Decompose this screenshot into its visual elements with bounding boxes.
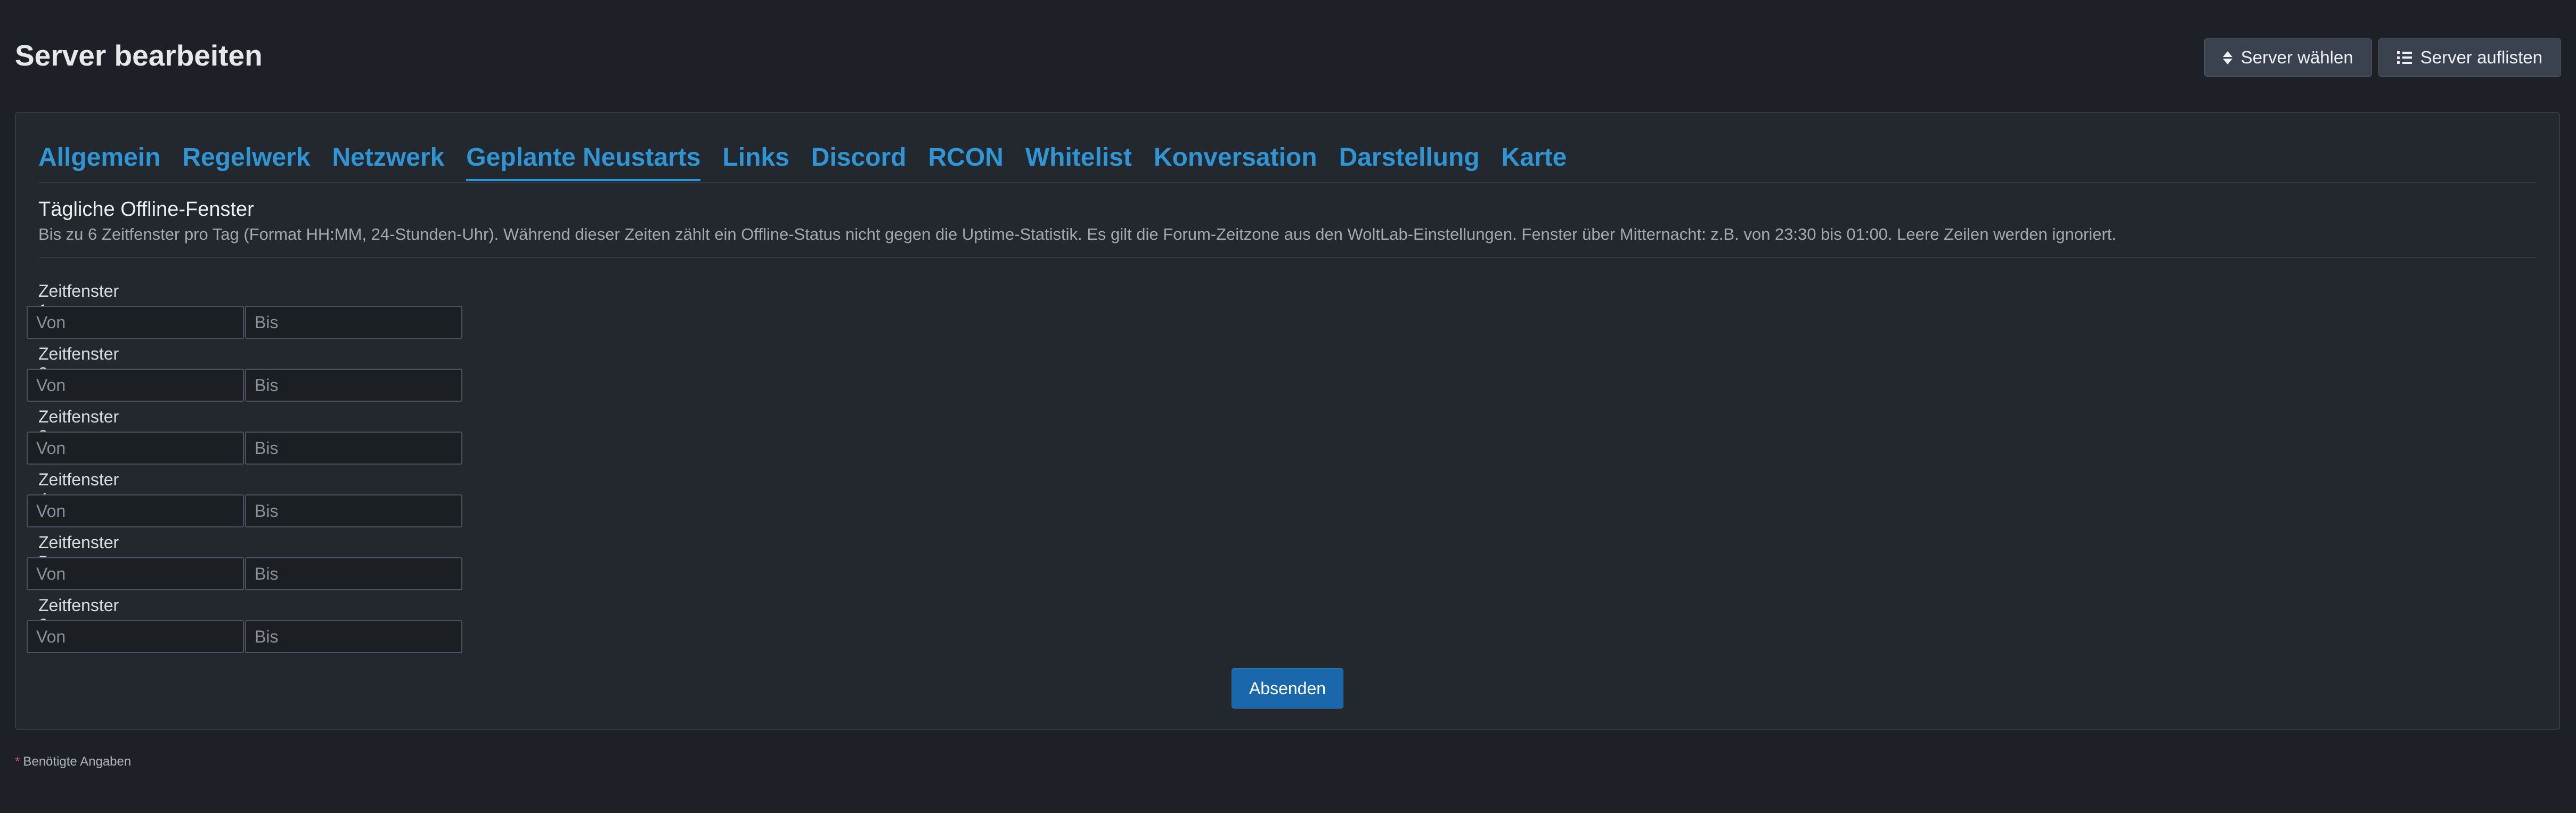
time-window-3-from-input[interactable] <box>27 432 244 465</box>
time-window-5-from-input[interactable] <box>27 557 244 590</box>
sort-icon <box>2222 51 2232 64</box>
tab-konversation[interactable]: Konversation <box>1154 141 1317 179</box>
list-servers-label: Server auflisten <box>2420 47 2542 67</box>
time-window-4-from-input[interactable] <box>27 494 244 527</box>
time-window-2-from-input[interactable] <box>27 369 244 402</box>
tab-links[interactable]: Links <box>722 141 789 179</box>
list-servers-button[interactable]: Server auflisten <box>2378 38 2561 77</box>
page-title: Server bearbeiten <box>15 39 263 72</box>
tab-allgemein[interactable]: Allgemein <box>38 141 160 179</box>
time-window-1-from-input[interactable] <box>27 306 244 339</box>
tab-netzwerk[interactable]: Netzwerk <box>332 141 445 179</box>
edit-panel: Allgemein Regelwerk Netzwerk Geplante Ne… <box>15 112 2560 730</box>
tab-bar: Allgemein Regelwerk Netzwerk Geplante Ne… <box>38 141 2537 183</box>
time-window-5-to-input[interactable] <box>245 557 462 590</box>
list-icon <box>2396 51 2412 64</box>
section-title: Tägliche Offline-Fenster <box>38 198 254 221</box>
page-header: Server bearbeiten Server wählen Server a… <box>15 34 2561 82</box>
header-actions: Server wählen Server auflisten <box>2204 38 2561 77</box>
time-window-1-to-input[interactable] <box>245 306 462 339</box>
required-marker: * <box>15 754 20 769</box>
required-note-text: Benötigte Angaben <box>23 754 132 769</box>
time-window-4-to-input[interactable] <box>245 494 462 527</box>
time-window-3-to-input[interactable] <box>245 432 462 465</box>
tab-whitelist[interactable]: Whitelist <box>1025 141 1132 179</box>
time-window-6-to-input[interactable] <box>245 620 462 653</box>
required-note: * Benötigte Angaben <box>15 754 131 769</box>
select-server-label: Server wählen <box>2240 47 2353 67</box>
section-description: Bis zu 6 Zeitfenster pro Tag (Format HH:… <box>38 225 2116 243</box>
time-window-2-to-input[interactable] <box>245 369 462 402</box>
time-window-6-from-input[interactable] <box>27 620 244 653</box>
tab-darstellung[interactable]: Darstellung <box>1339 141 1480 179</box>
section-divider <box>38 257 2537 258</box>
tab-geplante-neustarts[interactable]: Geplante Neustarts <box>466 141 701 181</box>
tab-karte[interactable]: Karte <box>1502 141 1567 179</box>
tab-regelwerk[interactable]: Regelwerk <box>182 141 310 179</box>
tab-discord[interactable]: Discord <box>811 141 907 179</box>
submit-button[interactable]: Absenden <box>1232 668 1343 709</box>
tab-rcon[interactable]: RCON <box>928 141 1004 179</box>
select-server-button[interactable]: Server wählen <box>2204 38 2372 77</box>
